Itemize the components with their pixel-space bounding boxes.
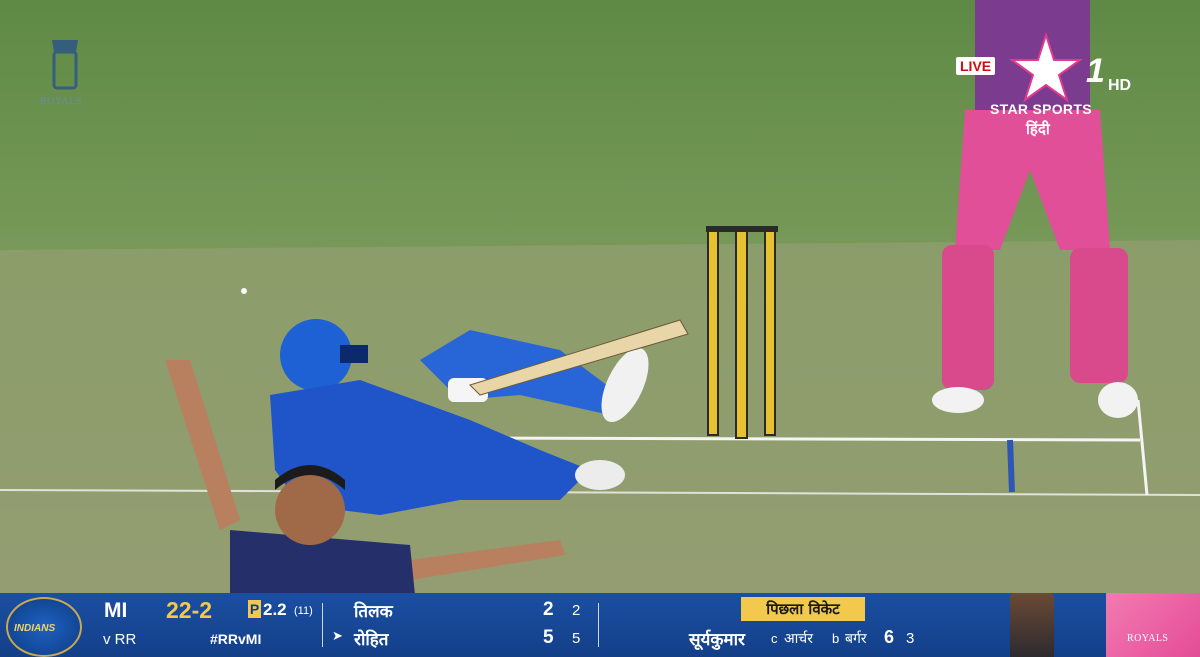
strike-marker-icon: ➤: [332, 628, 343, 643]
mi-logo-text: INDIANS: [14, 623, 56, 634]
opponent-label: v RR: [103, 631, 137, 648]
broadcast-scene: [0, 0, 1200, 600]
last-wicket-title: पिछला विकेट: [741, 597, 865, 621]
network-name: STAR SPORTS: [990, 101, 1092, 117]
overs: 2.2: [263, 600, 287, 619]
player-avatar: [1010, 593, 1054, 657]
last-wicket-bowler: बर्गर: [845, 631, 867, 647]
live-badge: LIVE: [956, 57, 996, 75]
channel-quality: HD: [1108, 77, 1132, 94]
batter-runs-1: 2: [543, 599, 554, 620]
match-hashtag: #RRvMI: [210, 631, 262, 647]
ball: [241, 288, 247, 294]
rr-logo-text: ROYALS: [1127, 633, 1169, 644]
powerplay-badge: P: [248, 600, 261, 618]
batting-team: MI: [104, 599, 128, 622]
rr-team-logo: [1106, 593, 1200, 657]
popping-crease: [469, 436, 1141, 442]
batter-name-1: तिलक: [354, 602, 393, 622]
caught-label: c: [771, 631, 778, 646]
last-wicket-batter: सूर्यकुमार: [689, 630, 745, 650]
stumps: [706, 226, 778, 439]
wide-marker: [1007, 439, 1015, 493]
overs-balls-note: (11): [294, 605, 313, 617]
batter-balls-2: 5: [572, 630, 581, 647]
batter-runs-2: 5: [543, 627, 554, 648]
team-watermark-text: ROYALS: [40, 96, 82, 107]
team-score: 22-2: [166, 597, 213, 623]
scoreboard-bar: INDIANS MI v RR 22-2 P 2.2 (11) #RRvMI त…: [0, 593, 1200, 657]
last-wicket-fielder: आर्चर: [784, 631, 813, 647]
bowled-label: b: [832, 631, 840, 646]
last-wicket-runs: 6: [884, 627, 895, 647]
broadcast-language: हिंदी: [1026, 120, 1050, 138]
batter-name-2: रोहित: [354, 630, 389, 650]
divider: [598, 603, 599, 647]
divider: [322, 603, 323, 647]
last-wicket-balls: 3: [906, 630, 915, 647]
batter-balls-1: 2: [572, 602, 581, 619]
pitch-surface: [0, 240, 1200, 600]
channel-number: 1: [1086, 52, 1105, 90]
